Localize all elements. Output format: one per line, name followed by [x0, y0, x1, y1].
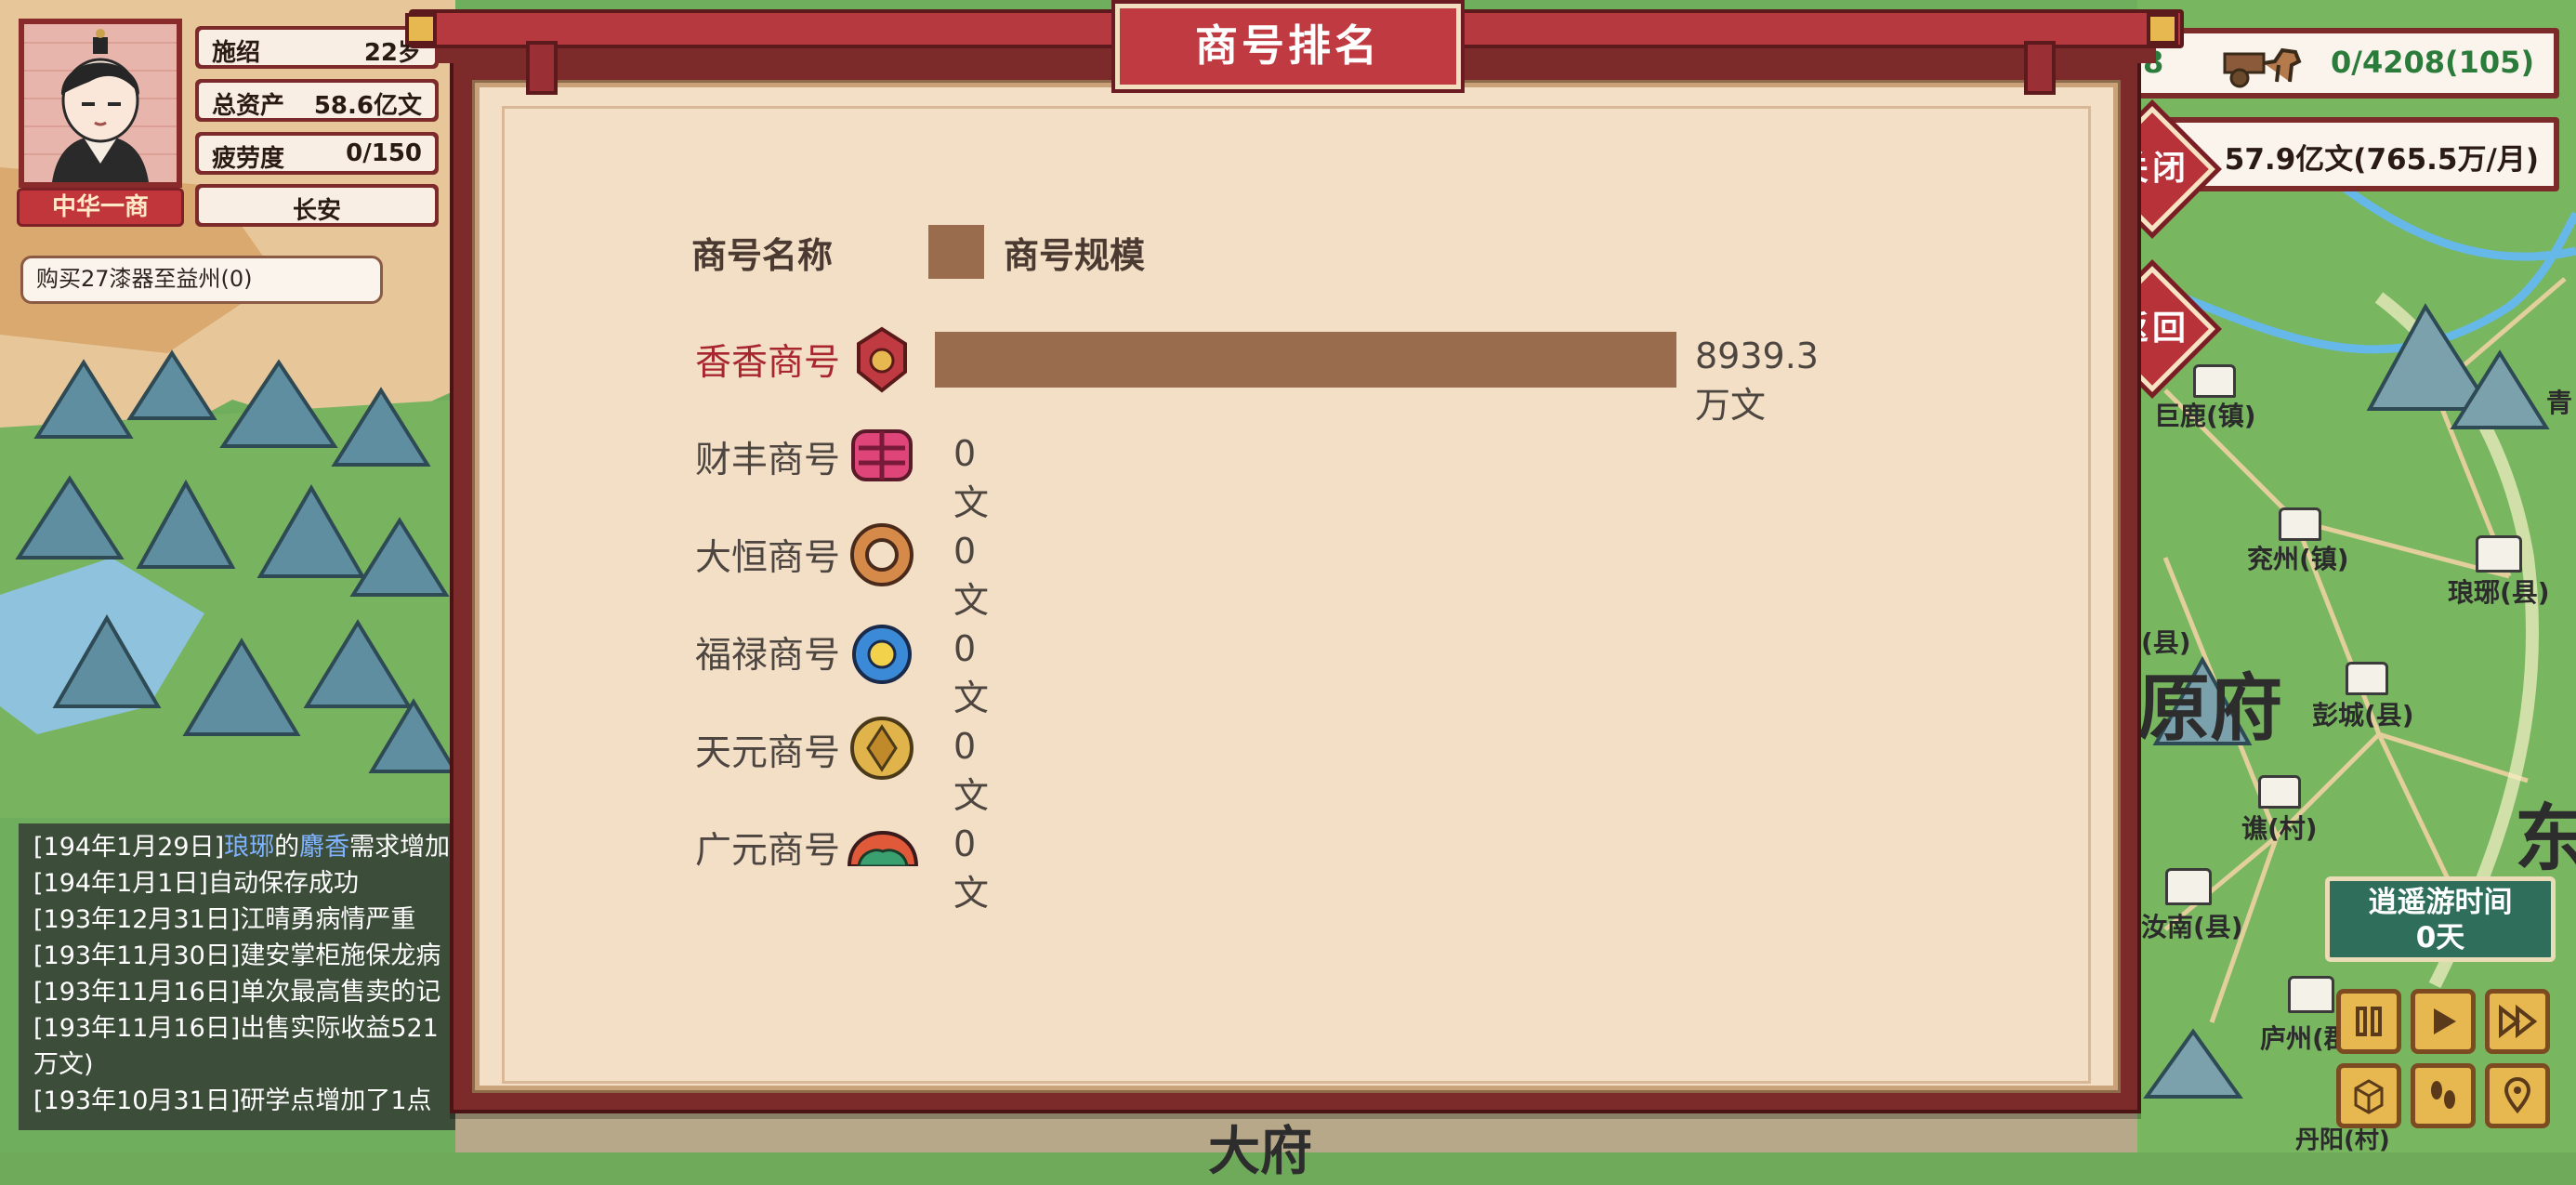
town-marker-icon[interactable] — [2258, 775, 2301, 809]
cart-count: 0/4208(105) — [2331, 45, 2535, 80]
beam-post-left — [526, 41, 558, 95]
log-entry: [193年12月31日]江晴勇病情严重 — [33, 905, 416, 934]
stat-label: 总资产 — [212, 92, 285, 120]
player-portrait[interactable] — [19, 19, 182, 188]
scale-value: 0文 — [953, 531, 990, 621]
map-label-yanzhou[interactable]: 兖州(镇) — [2247, 539, 2349, 576]
log-entry: [193年11月16日]出售实际收益521 — [33, 1014, 439, 1043]
scale-value: 0文 — [953, 628, 990, 718]
location-button[interactable] — [2485, 1063, 2550, 1128]
map-label-qing[interactable]: 青 — [2546, 383, 2572, 420]
town-marker-icon[interactable] — [2288, 976, 2334, 1013]
horse-cart-icon — [2223, 47, 2302, 88]
location-box[interactable]: 长安 — [195, 184, 439, 227]
footprints-icon — [2431, 1081, 2455, 1109]
log-goods: 麝香 — [299, 833, 350, 862]
location-label: 长安 — [292, 197, 341, 225]
income-value: 57.9亿文(765.5万/月) — [2224, 143, 2539, 177]
event-log[interactable]: [194年1月29日]琅琊的麝香需求增加 [194年1月1日]自动保存成功 [1… — [19, 823, 455, 1130]
log-entry: [193年11月30日]建安掌柜施保龙病 — [33, 941, 441, 970]
log-entry: [193年10月31日]研学点增加了1点 — [33, 1086, 432, 1115]
map-label-pengcheng[interactable]: 彭城(县) — [2312, 695, 2414, 732]
shop-name[interactable]: 福禄商号 — [695, 626, 844, 678]
quest-tracker[interactable]: 购买27漆器至益州(0) — [20, 256, 383, 304]
fast-forward-icon — [2499, 1004, 2538, 1039]
dialog-title: 商号排名 — [1115, 4, 1461, 89]
blue-gem-icon — [852, 625, 912, 684]
map-label-runan[interactable]: 汝南(县) — [2141, 907, 2243, 944]
stat-label: 疲劳度 — [212, 145, 285, 173]
copper-ring-icon — [850, 523, 913, 586]
map-label-julu[interactable]: 巨鹿(镇) — [2154, 396, 2256, 433]
map-label-qiao[interactable]: 谯(村) — [2241, 809, 2318, 846]
scale-value: 8939.3万文 — [1695, 336, 1819, 426]
scale-bar — [935, 332, 1676, 388]
log-place: 琅琊 — [224, 833, 275, 862]
column-header-scale: 商号规模 — [1004, 235, 1146, 276]
stat-value: 0/150 — [346, 139, 422, 167]
beam-end-cap-left — [405, 13, 437, 45]
idle-time-panel: 逍遥游时间 0天 — [2325, 876, 2556, 962]
column-header-name: 商号名称 — [691, 235, 834, 276]
map-region-zhongyuan: 原府 — [2137, 666, 2283, 751]
log-date: [194年1月29日] — [33, 833, 225, 862]
shop-name[interactable]: 天元商号 — [695, 724, 844, 776]
mountain-cloud-icon — [847, 830, 919, 866]
crate-icon — [2354, 1079, 2384, 1114]
play-icon — [2434, 1008, 2456, 1034]
map-region-bottom: 大府 — [1208, 1121, 1312, 1182]
income-display: 57.9亿文(765.5万/月) — [2165, 117, 2559, 191]
play-button[interactable] — [2411, 989, 2476, 1054]
legend-swatch — [928, 225, 984, 279]
avatar — [24, 24, 177, 182]
scale-value: 0文 — [953, 433, 990, 523]
golden-coin-icon — [850, 717, 913, 780]
transport-capacity[interactable]: 8 0/4208(105) — [2123, 28, 2559, 99]
fast-forward-button[interactable] — [2485, 989, 2550, 1054]
map-label-langya[interactable]: 琅琊(县) — [2448, 573, 2550, 610]
town-marker-icon[interactable] — [2346, 662, 2388, 695]
idle-time-label: 逍遥游时间 — [2368, 886, 2513, 919]
log-entry: 万文) — [33, 1050, 94, 1079]
map-pin-icon — [2504, 1077, 2531, 1114]
ribbon-knot-icon — [851, 429, 913, 481]
beam-end-cap-right — [2147, 13, 2178, 45]
log-entry: [194年1月29日]琅琊的麝香需求增加 — [33, 829, 455, 865]
log-entry: [193年11月16日]单次最高售卖的记 — [33, 978, 441, 1007]
stat-fatigue: 疲劳度 0/150 — [195, 132, 439, 175]
town-marker-icon[interactable] — [2279, 507, 2321, 541]
stat-name: 施绍 22岁 — [195, 26, 439, 69]
stat-label: 施绍 — [212, 39, 261, 67]
shop-name[interactable]: 香香商号 — [695, 334, 844, 386]
shop-name[interactable]: 财丰商号 — [695, 431, 844, 483]
log-entry: [194年1月1日]自动保存成功 — [33, 869, 359, 898]
shop-name[interactable]: 大恒商号 — [695, 529, 844, 581]
map-region-east: 东 — [2515, 797, 2576, 881]
town-marker-icon[interactable] — [2165, 868, 2212, 905]
shop-name[interactable]: 广元商号 — [695, 822, 844, 874]
stat-total-assets: 总资产 58.6亿文 — [195, 79, 439, 122]
pause-icon — [2356, 1007, 2382, 1036]
idle-time-value: 0天 — [2415, 921, 2465, 955]
stat-value: 58.6亿文 — [313, 92, 422, 120]
log-text: 的 — [274, 833, 300, 862]
town-marker-icon[interactable] — [2193, 364, 2236, 398]
log-text: 需求增加 — [349, 833, 451, 862]
banner-emblem-icon — [857, 326, 907, 393]
travel-button[interactable] — [2411, 1063, 2476, 1128]
beam-post-right — [2024, 41, 2056, 95]
scale-value: 0文 — [953, 823, 990, 914]
title-badge: 中华一商 — [17, 188, 184, 227]
pause-button[interactable] — [2336, 989, 2401, 1054]
scale-value: 0文 — [953, 726, 990, 816]
inventory-button[interactable] — [2336, 1063, 2401, 1128]
town-marker-icon[interactable] — [2476, 535, 2522, 573]
